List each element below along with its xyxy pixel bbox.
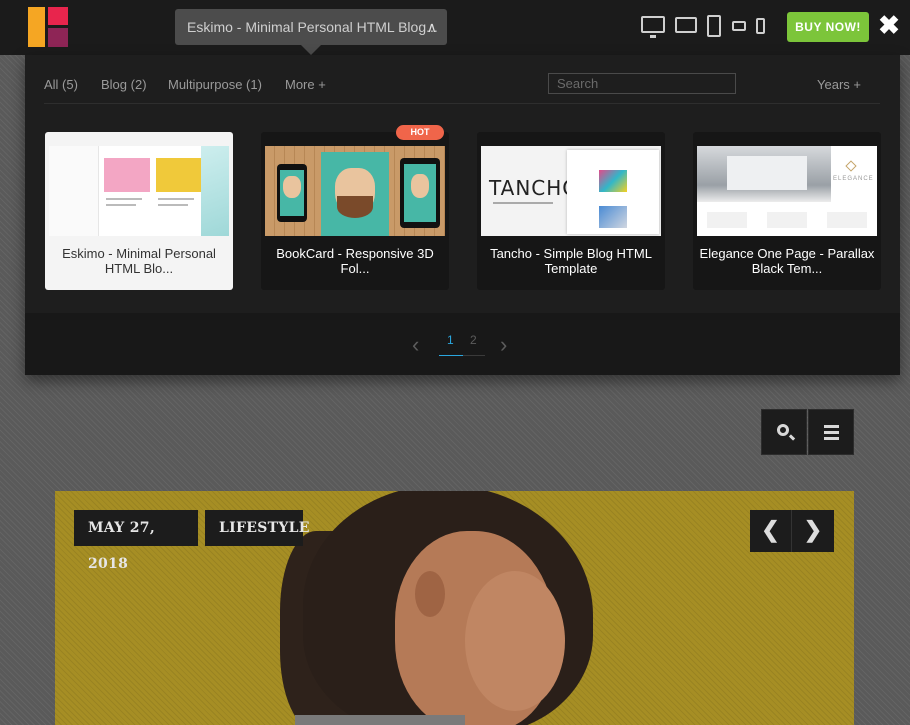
template-card-title: BookCard - Responsive 3D Fol... xyxy=(276,246,434,276)
thumbnail-wordmark: ELEGANCE xyxy=(833,176,874,182)
tablet-landscape-icon[interactable] xyxy=(675,17,697,33)
hero-image-shirt xyxy=(295,715,465,725)
template-thumbnail: ELEGANCE xyxy=(697,146,877,236)
desktop-view-icon[interactable] xyxy=(641,16,665,38)
site-menu-button[interactable] xyxy=(808,409,854,455)
hero-image-face-front xyxy=(465,571,565,711)
menu-icon-line xyxy=(824,437,839,440)
template-card-title: Eskimo - Minimal Personal HTML Blo... xyxy=(62,246,216,276)
close-icon[interactable]: ✖ xyxy=(877,10,901,40)
template-card-elegance[interactable]: ELEGANCE Elegance One Page - Parallax Bl… xyxy=(693,132,881,290)
post-date-badge[interactable]: MAY 27, 2018 xyxy=(74,510,198,572)
tablet-portrait-icon[interactable] xyxy=(707,15,721,37)
pagination-indicator xyxy=(439,355,485,356)
menu-icon xyxy=(824,425,839,428)
template-selector-label: Eskimo - Minimal Personal HTML Blog... xyxy=(187,19,438,35)
search-input[interactable] xyxy=(548,73,736,94)
template-selector[interactable]: Eskimo - Minimal Personal HTML Blog... ∧ xyxy=(175,9,447,55)
pagination-bar xyxy=(25,313,900,375)
template-thumbnail: TANCHO xyxy=(481,146,661,236)
brand-logo[interactable] xyxy=(28,7,68,47)
chevron-left-icon[interactable]: ‹ xyxy=(412,332,419,358)
slider-controls: ❮ ❯ xyxy=(750,510,834,552)
site-search-button[interactable] xyxy=(761,409,807,455)
filter-tab-all[interactable]: All (5) xyxy=(44,77,78,92)
buy-now-button[interactable]: BUY NOW! xyxy=(787,12,869,42)
template-dropdown-panel: All (5) Blog (2) Multipurpose (1) More +… xyxy=(25,55,900,375)
filter-bar: All (5) Blog (2) Multipurpose (1) More +… xyxy=(25,55,900,105)
chevron-left-icon[interactable]: ❮ xyxy=(750,510,792,552)
filter-years[interactable]: Years + xyxy=(817,77,861,92)
hot-badge: HOT xyxy=(396,125,444,140)
post-category-badge[interactable]: LIFESTYLE xyxy=(205,510,309,546)
template-card-tancho[interactable]: TANCHO Tancho - Simple Blog HTML Templat… xyxy=(477,132,665,290)
template-card-bookcard[interactable]: HOT BookCard - Responsive 3D Fol... xyxy=(261,125,449,290)
search-icon xyxy=(777,424,789,436)
logo-square-purple xyxy=(48,28,68,47)
chevron-up-icon: ∧ xyxy=(426,19,437,35)
logo-square-red xyxy=(48,7,68,25)
hero-slider: MAY 27, 2018 LIFESTYLE ❮ ❯ xyxy=(55,491,854,725)
filter-tab-multipurpose[interactable]: Multipurpose (1) xyxy=(168,77,262,92)
template-card-title: Elegance One Page - Parallax Black Tem..… xyxy=(699,246,875,276)
top-bar: Eskimo - Minimal Personal HTML Blog... ∧… xyxy=(0,0,910,55)
page-number[interactable]: 2 xyxy=(470,333,477,347)
template-card-title: Tancho - Simple Blog HTML Template xyxy=(490,246,652,276)
template-thumbnail xyxy=(49,146,229,236)
thumbnail-wordmark: TANCHO xyxy=(489,176,580,200)
chevron-right-icon[interactable]: › xyxy=(500,332,507,358)
hero-image-ear xyxy=(415,571,445,617)
divider xyxy=(44,103,880,104)
phone-portrait-icon[interactable] xyxy=(756,18,765,34)
template-card-eskimo[interactable]: Eskimo - Minimal Personal HTML Blo... xyxy=(45,132,233,290)
menu-icon-line xyxy=(824,431,839,434)
phone-landscape-icon[interactable] xyxy=(732,21,746,31)
logo-bar-orange xyxy=(28,7,45,47)
page-number-current[interactable]: 1 xyxy=(447,333,454,347)
chevron-right-icon[interactable]: ❯ xyxy=(792,510,834,552)
selector-caret xyxy=(301,45,321,55)
filter-tab-blog[interactable]: Blog (2) xyxy=(101,77,147,92)
template-thumbnail xyxy=(265,146,445,236)
filter-tab-more[interactable]: More + xyxy=(285,77,326,92)
